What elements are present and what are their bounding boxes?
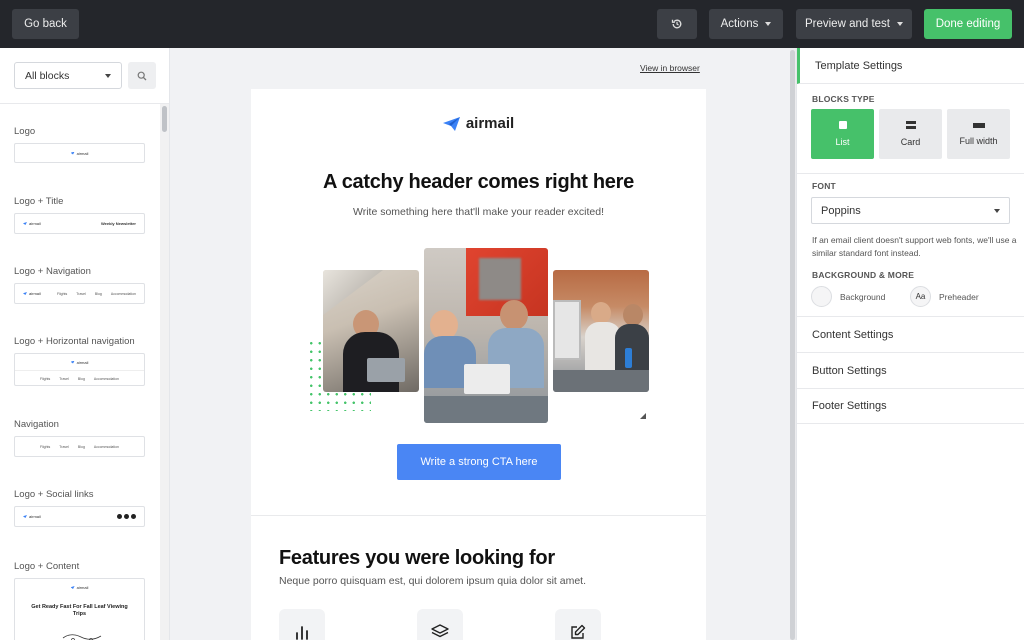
background-option-label[interactable]: Background	[840, 292, 885, 302]
font-label: FONT	[812, 181, 836, 191]
background-more-label: BACKGROUND & MORE	[812, 270, 915, 280]
actions-dropdown[interactable]: Actions	[709, 9, 783, 39]
mini-logo: airmail	[23, 221, 41, 226]
block-label: Navigation	[14, 419, 59, 430]
blocks-type-label: BLOCKS TYPE	[812, 94, 875, 104]
feature-icon-box[interactable]	[417, 609, 463, 640]
template-settings-header[interactable]: Template Settings	[797, 48, 1024, 84]
mini-nav: Flights Travel Blog Accommodation	[56, 291, 136, 296]
chevron-down-icon	[897, 22, 903, 26]
search-button[interactable]	[128, 62, 156, 89]
features-text[interactable]: Neque porro quisquam est, qui dolorem ip…	[279, 575, 586, 587]
hero-photo-left[interactable]	[323, 270, 419, 392]
chevron-down-icon	[765, 22, 772, 26]
block-label: Logo + Navigation	[14, 266, 91, 277]
feature-icon-box[interactable]	[279, 609, 325, 640]
email-template: airmail A catchy header comes right here…	[251, 89, 706, 640]
hero-photo-center[interactable]	[424, 248, 548, 423]
button-settings-row[interactable]: Button Settings	[797, 352, 1024, 388]
block-label: Logo + Title	[14, 196, 64, 207]
canvas-scrollbar-thumb[interactable]	[790, 50, 795, 640]
section-divider	[797, 173, 1024, 174]
block-type-list[interactable]: List	[811, 109, 874, 159]
block-logo-title[interactable]: airmail Weekly Newsletter	[14, 213, 145, 234]
mini-content-title: Get Ready Fast For Fall Leaf Viewing Tri…	[31, 604, 128, 617]
cta-button[interactable]: Write a strong CTA here	[397, 444, 561, 480]
blocks-panel-header: All blocks	[0, 48, 169, 104]
block-type-full-width[interactable]: Full width	[947, 109, 1010, 159]
blocks-filter-select[interactable]: All blocks	[14, 62, 122, 89]
card-icon	[905, 121, 916, 129]
preheader-option-label[interactable]: Preheader	[939, 292, 979, 302]
block-navigation[interactable]: Flights Travel Blog Accommodation	[14, 436, 145, 457]
full-width-icon	[972, 122, 985, 128]
mini-logo: airmail	[70, 151, 88, 156]
block-label: Logo	[14, 126, 36, 137]
block-logo[interactable]: airmail	[14, 143, 145, 163]
block-logo-horizontal-navigation[interactable]: airmail Flights Travel Blog Accommodation	[14, 353, 145, 386]
paper-plane-icon	[442, 116, 460, 131]
email-logo[interactable]: airmail	[251, 115, 706, 132]
block-label: Logo + Social links	[14, 489, 94, 500]
mini-logo: airmail	[23, 514, 41, 519]
email-subheader[interactable]: Write something here that'll make your r…	[251, 206, 706, 218]
block-logo-content[interactable]: airmail Get Ready Fast For Fall Leaf Vie…	[14, 578, 145, 640]
block-label: Logo + Horizontal navigation	[14, 336, 135, 347]
email-canvas: View in browser airmail A catchy header …	[170, 48, 796, 640]
font-select[interactable]: Poppins	[811, 197, 1010, 224]
footer-settings-row[interactable]: Footer Settings	[797, 388, 1024, 424]
mini-logo: airmail	[23, 291, 41, 296]
done-editing-button[interactable]: Done editing	[924, 9, 1012, 39]
mini-nav: Flights Travel Blog Accommodation	[39, 376, 120, 381]
edit-icon	[571, 624, 586, 639]
block-logo-navigation[interactable]: airmail Flights Travel Blog Accommodation	[14, 283, 145, 304]
settings-panel: Template Settings BLOCKS TYPE List Card …	[796, 48, 1024, 640]
mini-logo: airmail	[70, 360, 88, 365]
content-settings-row[interactable]: Content Settings	[797, 316, 1024, 352]
font-note: If an email client doesn't support web f…	[812, 235, 1017, 258]
blocks-scrollbar-thumb[interactable]	[162, 106, 167, 132]
mini-illustration	[62, 634, 102, 640]
chevron-down-icon	[105, 73, 111, 78]
background-color-swatch[interactable]	[811, 286, 832, 307]
chevron-down-icon	[994, 208, 1000, 213]
blocks-scrollbar[interactable]	[160, 104, 169, 640]
history-icon	[671, 19, 682, 29]
email-header[interactable]: A catchy header comes right here	[251, 171, 706, 194]
view-in-browser-link[interactable]: View in browser	[640, 63, 700, 73]
list-icon	[838, 121, 847, 129]
search-icon	[137, 71, 147, 80]
section-divider	[251, 515, 706, 516]
hero-photo-right[interactable]	[553, 270, 649, 392]
block-type-card[interactable]: Card	[879, 109, 942, 159]
facebook-icon	[117, 514, 122, 519]
twitter-icon	[124, 514, 129, 519]
preview-and-test-dropdown[interactable]: Preview and test	[796, 9, 912, 39]
block-label: Logo + Content	[14, 561, 80, 572]
blocks-panel: All blocks Logo airmail Logo + Title air…	[0, 48, 170, 640]
top-bar: Go back Actions Preview and test Done ed…	[0, 0, 1024, 48]
mini-social-icons	[117, 514, 136, 519]
feature-icon-box[interactable]	[555, 609, 601, 640]
layers-icon	[431, 624, 449, 638]
resize-handle-icon[interactable]	[640, 413, 646, 419]
instagram-icon	[131, 514, 136, 519]
mini-logo: airmail	[70, 585, 88, 590]
history-button[interactable]	[657, 9, 697, 39]
mini-nav: Flights Travel Blog Accommodation	[39, 444, 120, 449]
bar-chart-icon	[296, 626, 308, 640]
mini-title: Weekly Newsletter	[100, 221, 136, 226]
preheader-swatch[interactable]: Aa	[910, 286, 931, 307]
features-title[interactable]: Features you were looking for	[279, 547, 555, 570]
go-back-button[interactable]: Go back	[12, 9, 79, 39]
block-logo-social-links[interactable]: airmail	[14, 506, 145, 527]
